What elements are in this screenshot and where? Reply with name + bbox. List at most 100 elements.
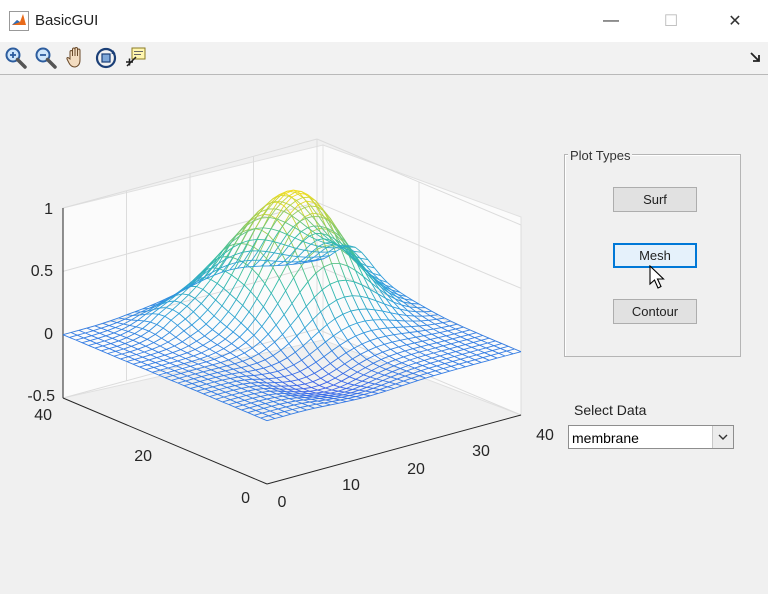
mesh-line bbox=[241, 407, 250, 411]
z-tick-label: 1 bbox=[44, 201, 53, 218]
mesh-line bbox=[196, 388, 205, 392]
pan-icon[interactable] bbox=[63, 45, 89, 71]
data-cursor-icon[interactable] bbox=[123, 45, 149, 71]
mesh-line bbox=[245, 266, 254, 268]
mesh-line bbox=[233, 389, 240, 394]
mesh-line bbox=[309, 401, 317, 405]
mouse-cursor-icon bbox=[649, 265, 665, 289]
mesh-line bbox=[222, 379, 229, 384]
mesh-line bbox=[263, 367, 271, 374]
mesh-line bbox=[234, 360, 243, 365]
minimize-icon: — bbox=[603, 12, 619, 29]
mesh-line bbox=[304, 381, 313, 385]
mesh-line bbox=[265, 403, 272, 407]
surf-button[interactable]: Surf bbox=[613, 187, 697, 212]
mesh-line bbox=[330, 402, 339, 406]
mesh-line bbox=[315, 361, 323, 370]
mesh-line bbox=[249, 362, 258, 367]
y-tick-label: 40 bbox=[34, 407, 52, 424]
mesh-line bbox=[269, 372, 277, 379]
mesh-line bbox=[298, 379, 306, 385]
mesh-line bbox=[298, 376, 307, 381]
mesh-line bbox=[255, 388, 264, 390]
mesh-line bbox=[385, 368, 393, 373]
mesh-line bbox=[271, 403, 280, 407]
mesh-line bbox=[352, 358, 360, 365]
mesh-line bbox=[269, 410, 277, 415]
mesh-line bbox=[233, 387, 242, 391]
mesh-line bbox=[389, 381, 396, 385]
mesh-line bbox=[379, 386, 388, 391]
mesh-line bbox=[381, 381, 390, 386]
mesh-line bbox=[137, 319, 145, 322]
mesh-line bbox=[225, 389, 234, 393]
mesh-line bbox=[276, 411, 285, 415]
mesh-line bbox=[267, 260, 276, 262]
mesh-line bbox=[230, 376, 239, 379]
zoom-in-icon[interactable] bbox=[3, 45, 29, 71]
mesh-line bbox=[314, 406, 323, 409]
mesh-line bbox=[390, 376, 398, 380]
x-tick-label: 0 bbox=[278, 494, 287, 511]
mesh-line bbox=[254, 412, 263, 416]
window-title: BasicGUI bbox=[35, 12, 99, 29]
select-data-dropdown[interactable]: membrane bbox=[568, 425, 734, 449]
mesh-line bbox=[185, 380, 193, 385]
mesh-line bbox=[377, 368, 387, 374]
mesh-line bbox=[355, 396, 363, 399]
mesh-line bbox=[190, 387, 198, 392]
mesh-line bbox=[349, 395, 356, 398]
mesh-line bbox=[309, 400, 318, 403]
mesh-line bbox=[172, 375, 180, 379]
mesh-line bbox=[214, 379, 223, 383]
mesh-line bbox=[265, 401, 274, 405]
mesh-line bbox=[358, 358, 368, 365]
mesh-line bbox=[365, 390, 372, 393]
mesh-line bbox=[314, 394, 321, 397]
mesh-line bbox=[250, 402, 258, 407]
mesh-line bbox=[333, 380, 342, 386]
mesh-line bbox=[319, 397, 326, 401]
mesh-line bbox=[268, 378, 275, 383]
mesh-line bbox=[269, 408, 279, 412]
mesh-line bbox=[343, 394, 350, 397]
toolbar-arrow-icon[interactable] bbox=[750, 52, 760, 62]
minimize-button[interactable]: — bbox=[588, 6, 634, 36]
dropdown-button[interactable] bbox=[712, 426, 733, 448]
mesh-line bbox=[373, 384, 382, 389]
mesh-line bbox=[228, 404, 236, 408]
mesh-line bbox=[188, 370, 196, 375]
mesh-line bbox=[368, 378, 377, 384]
mesh-line bbox=[222, 377, 231, 381]
close-button[interactable]: ✕ bbox=[712, 6, 758, 36]
mesh-line bbox=[336, 363, 345, 370]
mesh-line bbox=[347, 383, 355, 386]
mesh-plot[interactable]: 1 0.5 0 -0.5 40 20 0 0 10 20 30 40 bbox=[0, 75, 560, 525]
rotate-3d-icon[interactable] bbox=[93, 45, 119, 71]
mesh-line bbox=[328, 368, 337, 375]
mesh-line bbox=[268, 394, 275, 398]
mesh-line bbox=[291, 370, 301, 375]
mesh-line bbox=[306, 372, 315, 378]
mesh-line bbox=[363, 391, 372, 395]
mesh-line bbox=[226, 365, 234, 370]
mesh-line bbox=[395, 383, 403, 387]
mesh-line bbox=[401, 382, 411, 387]
mesh-line bbox=[288, 385, 296, 390]
maximize-button[interactable]: ☐ bbox=[648, 6, 694, 36]
mesh-line bbox=[389, 378, 398, 383]
mesh-line bbox=[296, 383, 305, 386]
mesh-line bbox=[266, 418, 276, 422]
mesh-line bbox=[258, 400, 266, 405]
mesh-line bbox=[207, 376, 217, 380]
mesh-line bbox=[373, 387, 380, 391]
contour-button[interactable]: Contour bbox=[613, 299, 697, 324]
mesh-line bbox=[282, 413, 291, 417]
mesh-line bbox=[352, 353, 361, 360]
x-tick-label: 20 bbox=[407, 461, 425, 478]
mesh-line bbox=[230, 397, 239, 401]
zoom-out-icon[interactable] bbox=[33, 45, 59, 71]
mesh-line bbox=[350, 389, 360, 394]
mesh-line bbox=[263, 405, 272, 409]
mesh-line bbox=[314, 372, 322, 379]
